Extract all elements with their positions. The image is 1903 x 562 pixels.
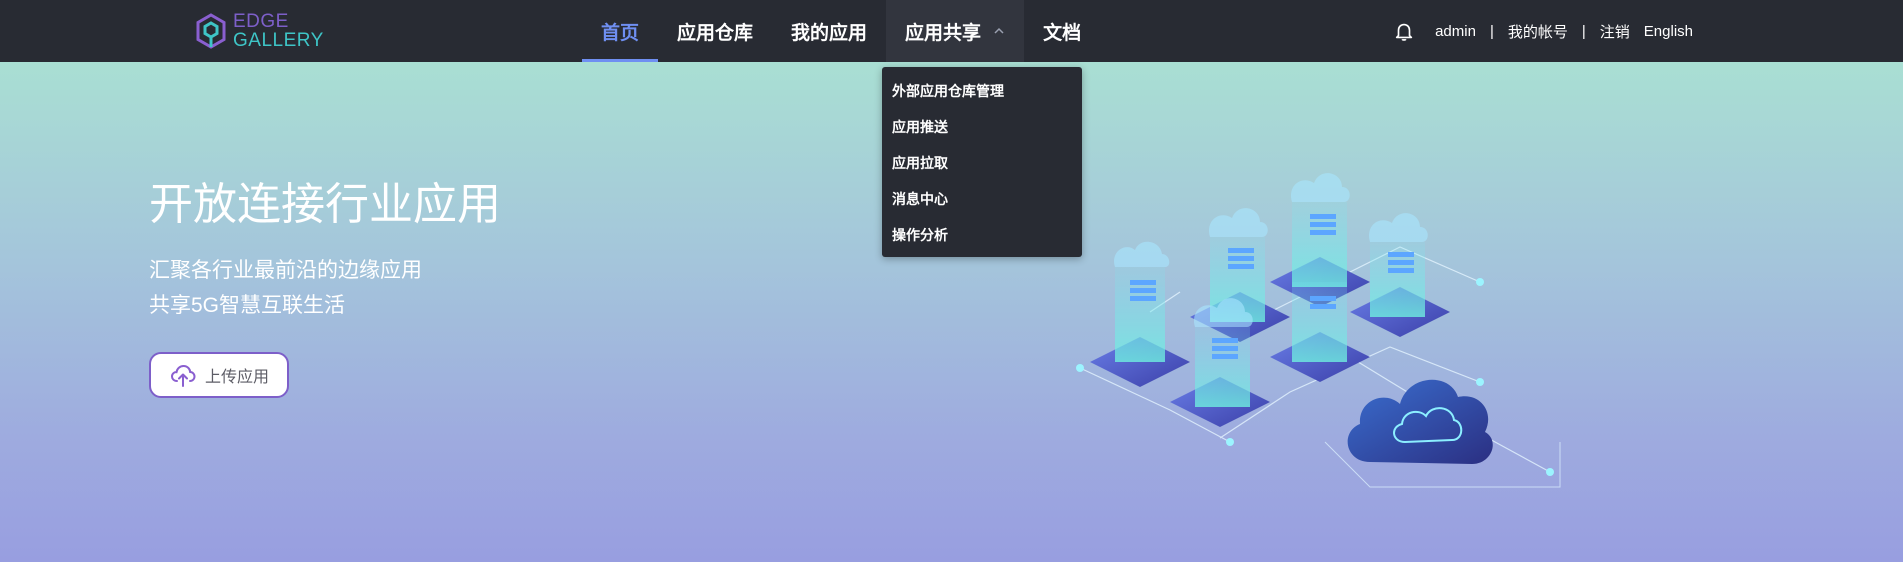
nav-label: 应用共享 xyxy=(905,22,982,44)
hero-title: 开放连接行业应用 xyxy=(149,180,501,229)
logo[interactable]: EDGE GALLERY xyxy=(195,11,324,51)
dropdown-item-app-push[interactable]: 应用推送 xyxy=(882,109,1082,145)
separator: | xyxy=(1581,22,1586,40)
logout-link[interactable]: 注销 xyxy=(1600,21,1630,42)
dropdown-item-external-repo[interactable]: 外部应用仓库管理 xyxy=(882,73,1082,109)
upload-app-button[interactable]: 上传应用 xyxy=(149,352,289,398)
logo-text: EDGE GALLERY xyxy=(233,12,324,50)
app-share-dropdown: 外部应用仓库管理 应用推送 应用拉取 消息中心 操作分析 xyxy=(882,67,1082,257)
bell-icon[interactable] xyxy=(1393,20,1415,42)
nav-item-my-apps[interactable]: 我的应用 xyxy=(772,0,886,62)
cloud-upload-icon xyxy=(170,364,196,387)
my-account-link[interactable]: 我的帐号 xyxy=(1508,21,1568,42)
nav-label: 我的应用 xyxy=(791,22,868,44)
hero-subtitle: 共享5G智慧互联生活 xyxy=(149,294,346,317)
nav-item-home[interactable]: 首页 xyxy=(582,0,659,62)
upload-app-label: 上传应用 xyxy=(204,369,269,386)
separator: | xyxy=(1489,22,1494,40)
nav-label: 首页 xyxy=(601,22,640,44)
hero-subtitle: 汇聚各行业最前沿的边缘应用 xyxy=(149,259,422,282)
main-nav: 首页 应用仓库 我的应用 应用共享 文档 xyxy=(582,0,1100,62)
dropdown-item-app-pull[interactable]: 应用拉取 xyxy=(882,145,1082,181)
nav-label: 应用仓库 xyxy=(677,22,754,44)
nav-item-app-store[interactable]: 应用仓库 xyxy=(658,0,772,62)
language-switch[interactable]: English xyxy=(1644,23,1693,40)
logo-line-gallery: GALLERY xyxy=(233,30,324,51)
dropdown-item-message-center[interactable]: 消息中心 xyxy=(882,181,1082,217)
dropdown-item-operation-analysis[interactable]: 操作分析 xyxy=(882,217,1082,253)
username[interactable]: admin xyxy=(1435,23,1476,40)
nav-item-docs[interactable]: 文档 xyxy=(1024,0,1100,62)
nav-label: 文档 xyxy=(1043,22,1082,44)
chevron-up-icon xyxy=(994,27,1004,34)
logo-line-edge: EDGE xyxy=(233,11,289,32)
nav-item-app-share[interactable]: 应用共享 xyxy=(886,0,1025,62)
user-menu: admin | 我的帐号 | 注销 English xyxy=(1393,0,1693,62)
top-nav-bar: EDGE GALLERY 首页 应用仓库 我的应用 应用共享 文档 admin xyxy=(0,0,1903,62)
cloud-servers-illustration xyxy=(1076,173,1561,488)
cube-logo-icon xyxy=(196,13,226,49)
